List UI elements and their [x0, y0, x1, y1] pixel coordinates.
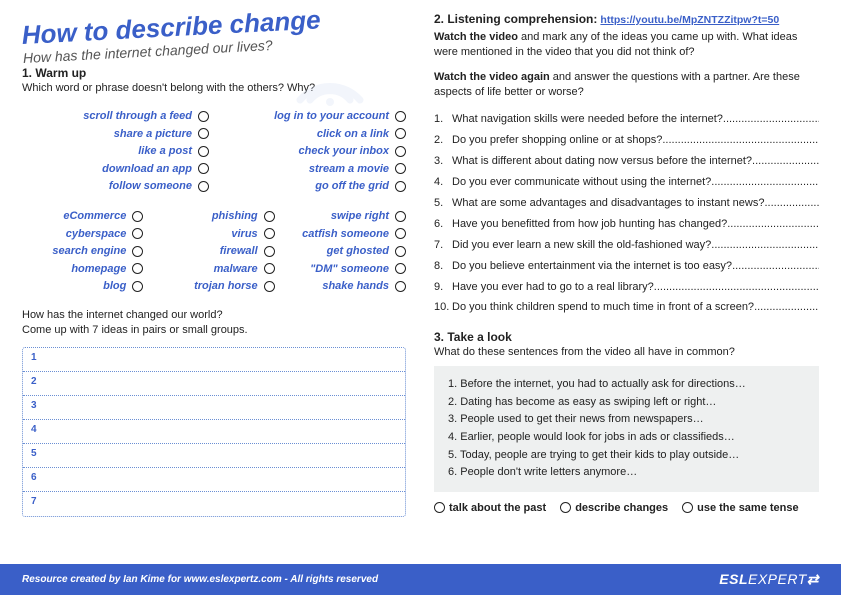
question-item: 3.What is different about dating now ver… — [434, 151, 819, 172]
footer: Resource created by Ian Kime for www.esl… — [0, 564, 841, 595]
warmup-item[interactable]: shake hands — [285, 278, 406, 296]
warmup-item[interactable]: download an app — [22, 161, 209, 179]
sentences-box: 1. Before the internet, you had to actua… — [434, 366, 819, 492]
circle-icon — [682, 502, 693, 513]
watch2-bold: Watch the video again — [434, 71, 550, 83]
video-link[interactable]: https://youtu.be/MpZNTZZitpw?t=50 — [600, 14, 779, 26]
logo: ESLEXPERT⇄ — [719, 571, 819, 588]
sentence-item: 2. Dating has become as easy as swiping … — [448, 394, 805, 412]
warmup-item[interactable]: like a post — [22, 143, 209, 161]
warmup-item[interactable]: catfish someone — [285, 226, 406, 244]
warmup-item[interactable]: cyberspace — [22, 226, 143, 244]
footer-text: Resource created by Ian Kime for www.esl… — [22, 574, 378, 585]
idea-box: 1 2 3 4 5 6 7 — [22, 347, 406, 517]
warmup-item[interactable]: click on a link — [219, 126, 406, 144]
warmup-item[interactable]: blog — [22, 278, 143, 296]
warmup-item[interactable]: swipe right — [285, 208, 406, 226]
sentence-item: 1. Before the internet, you had to actua… — [448, 376, 805, 394]
warmup-item[interactable]: share a picture — [22, 126, 209, 144]
warmup-item[interactable]: phishing — [153, 208, 274, 226]
takealook-prompt: What do these sentences from the video a… — [434, 346, 819, 358]
sentence-item: 4. Earlier, people would look for jobs i… — [448, 429, 805, 447]
choice-same-tense[interactable]: use the same tense — [682, 502, 799, 514]
idea-row[interactable]: 5 — [23, 444, 405, 468]
idea-row[interactable]: 6 — [23, 468, 405, 492]
pair-prompt-line1: How has the internet changed our world? — [22, 309, 223, 321]
takealook-heading: 3. Take a look — [434, 330, 819, 344]
question-item: 7.Did you ever learn a new skill the old… — [434, 235, 819, 256]
question-item: 10.Do you think children spend to much t… — [434, 297, 819, 318]
wifi-icon — [280, 40, 370, 120]
circle-icon — [560, 502, 571, 513]
warmup-item[interactable]: check your inbox — [219, 143, 406, 161]
logo-arrow-icon: ⇄ — [807, 571, 819, 587]
pair-prompt-line2: Come up with 7 ideas in pairs or small g… — [22, 324, 248, 336]
warmup-item[interactable]: scroll through a feed — [22, 108, 209, 126]
warmup-item[interactable]: eCommerce — [22, 208, 143, 226]
choice-describe-changes[interactable]: describe changes — [560, 502, 668, 514]
choice-talk-past[interactable]: talk about the past — [434, 502, 546, 514]
question-item: 1.What navigation skills were needed bef… — [434, 109, 819, 130]
idea-row[interactable]: 7 — [23, 492, 405, 516]
sentence-item: 3. People used to get their news from ne… — [448, 411, 805, 429]
warmup-item[interactable]: firewall — [153, 243, 274, 261]
warmup-item[interactable]: follow someone — [22, 178, 209, 196]
listening-heading: 2. Listening comprehension: — [434, 12, 597, 26]
idea-row[interactable]: 2 — [23, 372, 405, 396]
question-item: 8.Do you believe entertainment via the i… — [434, 256, 819, 277]
watch1-bold: Watch the video — [434, 31, 518, 43]
warmup-item[interactable]: trojan horse — [153, 278, 274, 296]
warmup-item[interactable]: search engine — [22, 243, 143, 261]
sentence-item: 6. People don't write letters anymore… — [448, 464, 805, 482]
warmup-item[interactable]: stream a movie — [219, 161, 406, 179]
question-item: 5.What are some advantages and disadvant… — [434, 193, 819, 214]
question-item: 6.Have you benefitted from how job hunti… — [434, 214, 819, 235]
circle-icon — [434, 502, 445, 513]
warmup-item[interactable]: malware — [153, 261, 274, 279]
idea-row[interactable]: 1 — [23, 348, 405, 372]
question-item: 4.Do you ever communicate without using … — [434, 172, 819, 193]
sentence-item: 5. Today, people are trying to get their… — [448, 447, 805, 465]
idea-row[interactable]: 4 — [23, 420, 405, 444]
question-item: 2.Do you prefer shopping online or at sh… — [434, 130, 819, 151]
warmup-item[interactable]: get ghosted — [285, 243, 406, 261]
warmup-item[interactable]: homepage — [22, 261, 143, 279]
warmup-item[interactable]: go off the grid — [219, 178, 406, 196]
idea-row[interactable]: 3 — [23, 396, 405, 420]
warmup-item[interactable]: virus — [153, 226, 274, 244]
warmup-item[interactable]: "DM" someone — [285, 261, 406, 279]
question-item: 9.Have you ever had to go to a real libr… — [434, 277, 819, 298]
